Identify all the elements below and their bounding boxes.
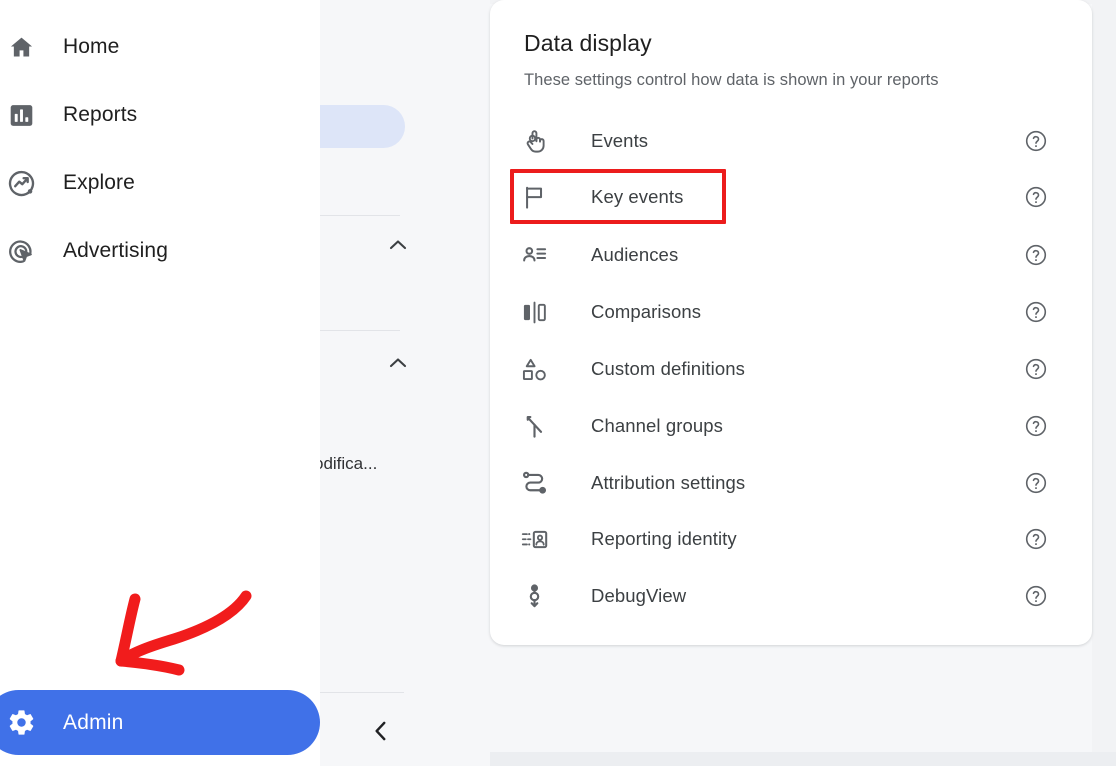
flag-icon [519,182,549,212]
secondary-nav-divider [320,330,400,331]
help-circle-icon[interactable] [1024,471,1048,495]
admin-button[interactable]: Admin [0,690,320,755]
setting-row-debugview[interactable]: DebugView [490,568,1092,624]
sidebar-item-label: Home [63,35,120,58]
setting-label: Custom definitions [591,358,745,379]
setting-row-channel-groups[interactable]: Channel groups [490,398,1092,454]
setting-label: Attribution settings [591,472,746,493]
sidebar-item-advertising[interactable]: Advertising [0,224,320,278]
setting-row-audiences[interactable]: Audiences [490,227,1092,283]
sidebar-item-label: Advertising [63,239,168,262]
chevron-left-icon[interactable] [368,718,394,744]
help-circle-icon[interactable] [1024,414,1048,438]
setting-label: DebugView [591,585,687,606]
setting-label: Reporting identity [591,528,737,549]
help-circle-icon[interactable] [1024,357,1048,381]
secondary-nav-column: odifica... [314,0,490,766]
right-background [1092,0,1116,766]
secondary-nav-truncated-label: odifica... [314,454,378,473]
secondary-nav-selected-pill[interactable] [320,105,405,148]
setting-row-custom-definitions[interactable]: Custom definitions [490,341,1092,397]
help-circle-icon[interactable] [1024,185,1048,209]
setting-row-events[interactable]: Events [490,113,1092,169]
explore-trend-icon [6,168,36,198]
gear-icon [6,708,36,738]
shapes-icon [519,354,549,384]
merge-arrow-icon [519,411,549,441]
bar-chart-icon [6,100,36,130]
setting-row-attribution-settings[interactable]: Attribution settings [490,455,1092,511]
setting-row-reporting-identity[interactable]: Reporting identity [490,511,1092,567]
setting-label: Channel groups [591,415,724,436]
admin-button-label: Admin [63,710,124,734]
help-circle-icon[interactable] [1024,584,1048,608]
sidebar-item-reports[interactable]: Reports [0,88,320,142]
tap-hand-icon [519,126,549,156]
setting-row-comparisons[interactable]: Comparisons [490,284,1092,340]
chevron-up-icon[interactable] [386,351,410,375]
help-circle-icon[interactable] [1024,243,1048,267]
setting-row-key-events[interactable]: Key events [490,169,1092,225]
setting-label: Key events [591,186,684,207]
advertising-target-icon [6,236,36,266]
id-card-icon [519,524,549,554]
help-circle-icon[interactable] [1024,527,1048,551]
data-display-panel: Data display These settings control how … [490,0,1092,645]
page-title: Data display [524,30,652,56]
setting-label: Comparisons [591,301,702,322]
sidebar-item-label: Explore [63,171,135,194]
secondary-nav-divider [320,215,400,216]
sidebar-item-explore[interactable]: Explore [0,156,320,210]
help-circle-icon[interactable] [1024,300,1048,324]
attribution-path-icon [519,468,549,498]
sidebar-item-label: Reports [63,103,138,126]
debug-bug-icon [519,581,549,611]
home-icon [6,32,36,62]
setting-label: Events [591,130,649,151]
help-circle-icon[interactable] [1024,129,1048,153]
primary-sidebar: Home Reports Explore Advertising Admin [0,0,320,766]
chevron-up-icon[interactable] [386,233,410,257]
setting-label: Audiences [591,244,679,265]
page-subtitle: These settings control how data is shown… [524,71,939,89]
secondary-nav-divider [320,692,404,693]
sidebar-item-home[interactable]: Home [0,20,320,74]
audience-person-icon [519,240,549,270]
app-screenshot: odifica... Data display These settings c… [0,0,1116,766]
comparison-bars-icon [519,297,549,327]
